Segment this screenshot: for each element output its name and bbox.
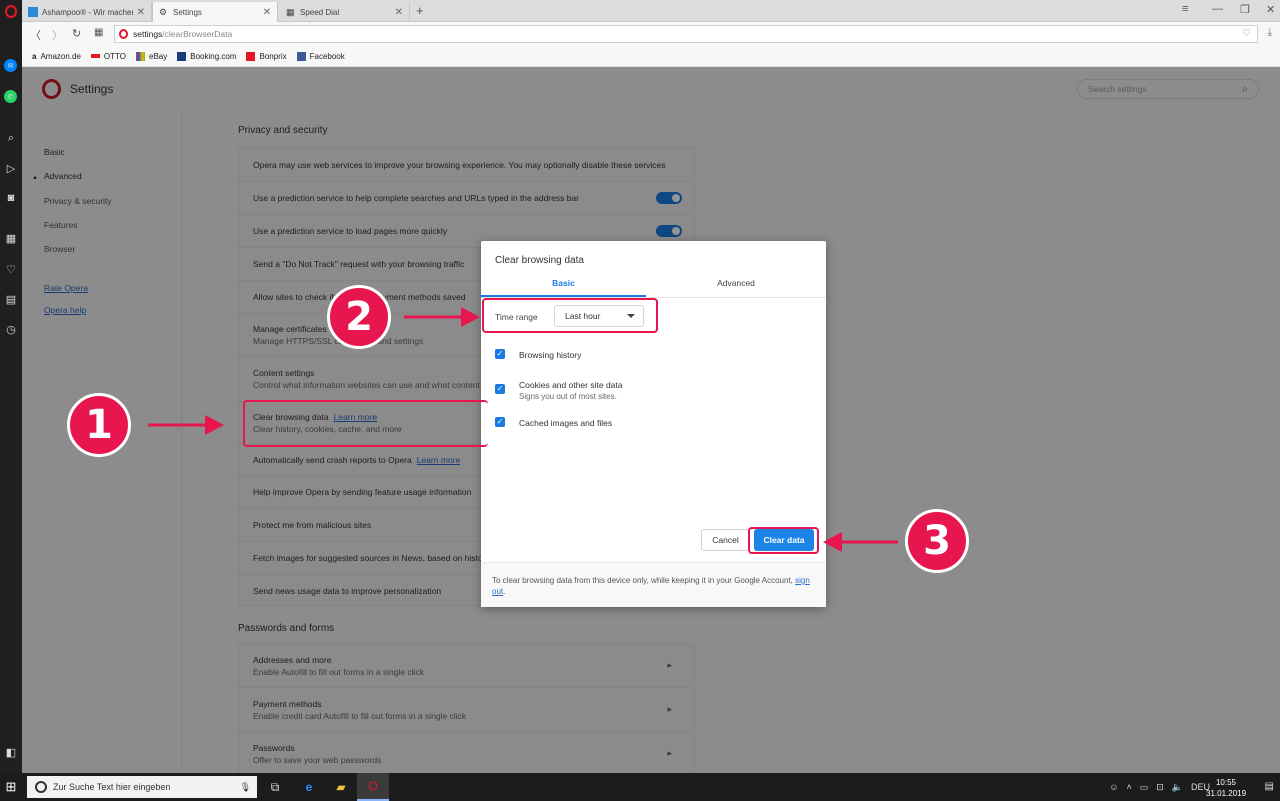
- annotation-arrows: [148, 307, 898, 552]
- battery-icon[interactable]: ▭: [1140, 782, 1149, 793]
- notifications-icon[interactable]: ▤: [1265, 781, 1274, 792]
- file-explorer-icon[interactable]: ▰: [325, 773, 357, 801]
- annotation-badge-2: 2: [327, 285, 391, 349]
- cortana-icon: [35, 781, 47, 793]
- annotation-arrowhead-3: [823, 532, 842, 552]
- annotation-arrowhead-1: [205, 415, 224, 435]
- taskbar-clock[interactable]: 10:55 31.01.2019: [1206, 777, 1246, 799]
- volume-icon[interactable]: 🔈: [1172, 782, 1183, 793]
- edge-icon[interactable]: e: [293, 773, 325, 801]
- windows-taskbar: ⊞ Zur Suche Text hier eingeben 🎙 ⧉ e ▰ O…: [0, 773, 1280, 801]
- annotation-arrowhead-2: [461, 307, 480, 327]
- people-icon[interactable]: ☺: [1109, 782, 1118, 793]
- task-view-icon[interactable]: ⧉: [259, 773, 291, 801]
- microphone-icon[interactable]: 🎙: [240, 782, 251, 793]
- network-icon[interactable]: ⊡: [1156, 782, 1164, 793]
- windows-start-icon[interactable]: ⊞: [0, 773, 22, 801]
- taskbar-search-box[interactable]: Zur Suche Text hier eingeben 🎙: [27, 776, 257, 798]
- tray-expand-icon[interactable]: ˄: [1126, 782, 1131, 793]
- annotation-badge-3: 3: [905, 509, 969, 573]
- system-tray: ☺ ˄ ▭ ⊡ 🔈 DEU: [1109, 782, 1210, 793]
- opera-taskbar-icon[interactable]: O: [357, 773, 389, 801]
- annotation-badge-1: 1: [67, 393, 131, 457]
